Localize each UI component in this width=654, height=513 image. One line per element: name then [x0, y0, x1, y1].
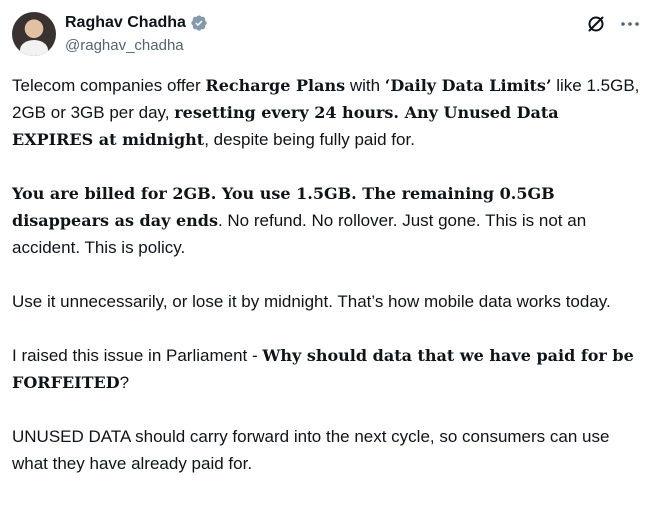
post-text: Telecom companies offer Recharge Plans w…: [12, 72, 640, 504]
bold-span: Recharge Plans: [205, 76, 346, 95]
post-paragraph-1: Telecom companies offer Recharge Plans w…: [12, 72, 640, 153]
more-dots-icon[interactable]: [618, 12, 642, 36]
text-span: I raised this issue in Parliament -: [12, 346, 263, 365]
text-span: UNUSED DATA should carry forward into th…: [12, 427, 610, 473]
author-name[interactable]: Raghav Chadha: [65, 13, 186, 33]
post-paragraph-4: I raised this issue in Parliament - Why …: [12, 342, 640, 396]
bold-span: ‘Daily Data Limits’: [384, 76, 552, 95]
author-info: Raghav Chadha @raghav_chadha: [65, 13, 208, 57]
text-span: with: [345, 76, 385, 95]
post-paragraph-2: You are billed for 2GB. You use 1.5GB. T…: [12, 180, 640, 261]
post-paragraph-3: Use it unnecessarily, or lose it by midn…: [12, 288, 640, 315]
text-span: ?: [119, 373, 130, 392]
header-actions: [584, 12, 642, 36]
author-handle[interactable]: @raghav_chadha: [65, 35, 208, 57]
name-row: Raghav Chadha: [65, 13, 208, 33]
avatar[interactable]: [12, 12, 56, 56]
post-header: Raghav Chadha @raghav_chadha: [12, 10, 642, 58]
grok-icon[interactable]: [584, 12, 608, 36]
text-span: , despite being fully paid for.: [204, 130, 415, 149]
verified-badge-icon[interactable]: [190, 14, 208, 32]
post-paragraph-5: UNUSED DATA should carry forward into th…: [12, 423, 640, 477]
text-span: Use it unnecessarily, or lose it by midn…: [12, 292, 611, 311]
text-span: Telecom companies offer: [12, 76, 206, 95]
